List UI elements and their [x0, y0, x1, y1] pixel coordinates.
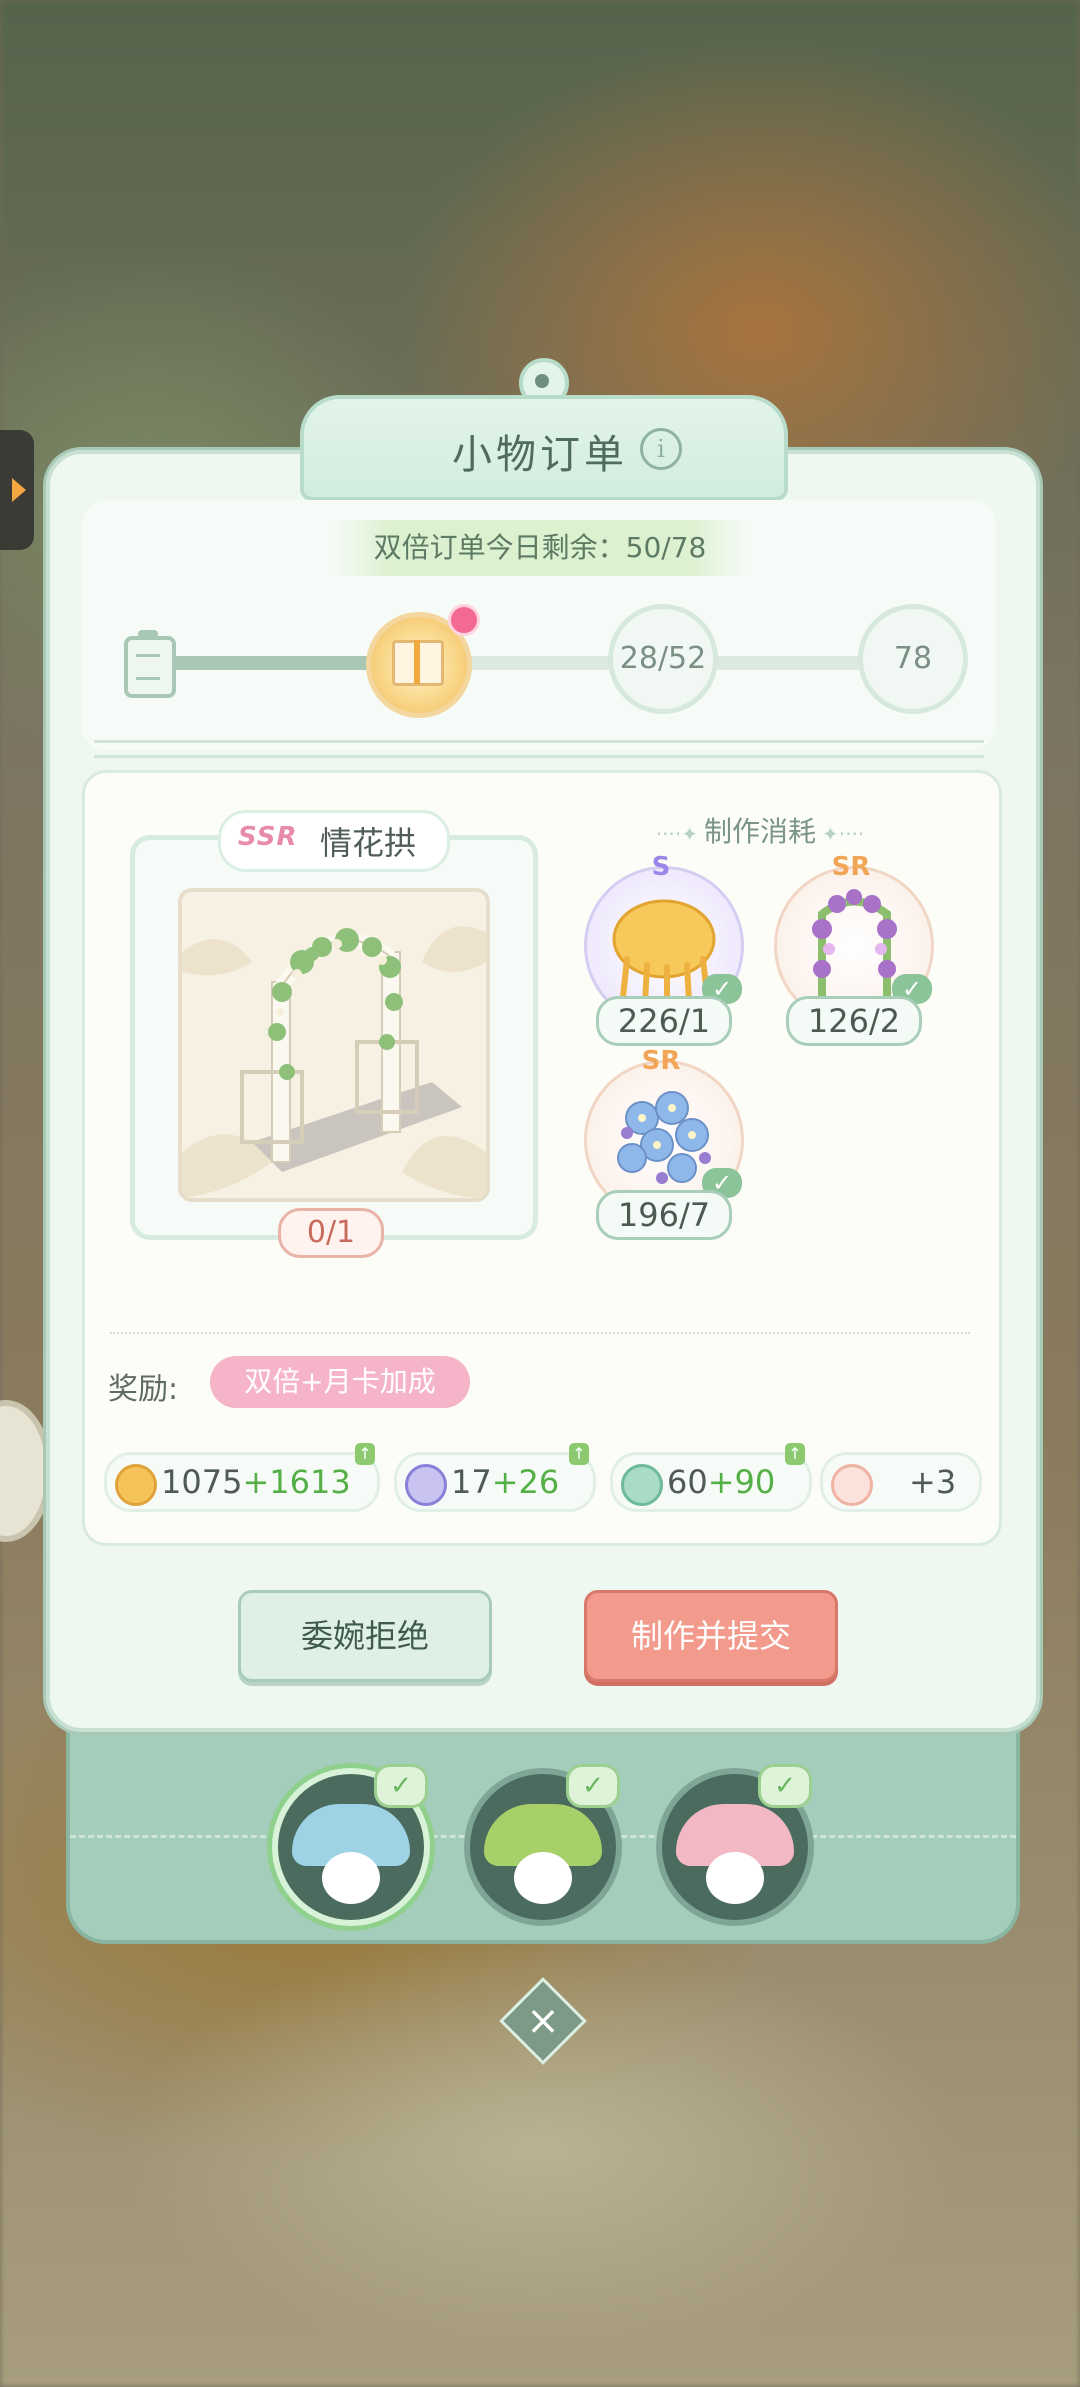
reward-bonus: +26	[491, 1463, 560, 1501]
reward-coins[interactable]: 1075+1613 ↑	[104, 1443, 380, 1512]
info-icon[interactable]: i	[640, 428, 682, 470]
reward-base: 1075	[161, 1463, 243, 1501]
reward-label: 奖励:	[108, 1372, 179, 1407]
gift-icon	[392, 640, 444, 686]
reward-divider	[110, 1332, 970, 1334]
coin-house-icon	[115, 1464, 157, 1506]
rarity-badge: SSR	[238, 822, 298, 852]
flower-arch-illustration	[182, 892, 486, 1198]
item-count: 0/1	[278, 1208, 384, 1258]
progress-fill	[160, 656, 384, 670]
material-rarity: SR	[831, 852, 871, 882]
section-divider	[94, 740, 984, 758]
decline-button[interactable]: 委婉拒绝	[238, 1590, 492, 1682]
reward-bonus: +1613	[242, 1463, 351, 1501]
reward-gems[interactable]: 17+26 ↑	[394, 1443, 596, 1512]
clipboard-icon[interactable]	[124, 630, 176, 698]
reward-base: 60	[667, 1463, 708, 1501]
material-qty: 226/1	[596, 996, 732, 1046]
arrow-up-icon: ↑	[785, 1443, 805, 1465]
close-icon: ×	[526, 1998, 560, 2044]
material-rarity: SR	[641, 1046, 681, 1076]
check-icon: ✓	[374, 1764, 428, 1808]
flower-arch-image	[178, 888, 490, 1202]
page-title: 小物订单	[452, 432, 628, 478]
material-rarity: S	[651, 852, 671, 882]
material-slot-3[interactable]: SR ✓ 196/7	[584, 1046, 744, 1240]
check-icon: ✓	[566, 1764, 620, 1808]
reward-bonus-tag: 双倍+月卡加成	[210, 1356, 470, 1408]
craft-submit-button[interactable]: 制作并提交	[584, 1590, 838, 1682]
exp-icon	[621, 1464, 663, 1506]
reward-bonus: +90	[707, 1463, 776, 1501]
arrow-up-icon: ↑	[569, 1443, 589, 1465]
arrow-up-icon: ↑	[355, 1443, 375, 1465]
item-name: 情花拱	[320, 824, 417, 862]
cost-header: 制作消耗	[620, 810, 900, 850]
flower-icon	[448, 604, 480, 636]
material-slot-1[interactable]: S ✓ 226/1	[584, 852, 744, 1046]
milestone-3[interactable]: 78	[858, 604, 968, 714]
blue-gem-icon	[405, 1464, 447, 1506]
double-order-banner: 双倍订单今日剩余：50/78	[330, 520, 750, 576]
reward-exp[interactable]: 60+90 ↑	[610, 1443, 812, 1512]
reward-misc[interactable]: +3	[820, 1452, 982, 1512]
misc-reward-icon	[831, 1464, 873, 1506]
material-slot-2[interactable]: SR ✓ 126/2	[774, 852, 934, 1046]
milestone-2[interactable]: 28/52	[608, 604, 718, 714]
reward-bonus-count: +3	[909, 1463, 957, 1501]
check-icon: ✓	[758, 1764, 812, 1808]
reward-base: 17	[451, 1463, 492, 1501]
material-qty: 126/2	[786, 996, 922, 1046]
material-qty: 196/7	[596, 1190, 732, 1240]
